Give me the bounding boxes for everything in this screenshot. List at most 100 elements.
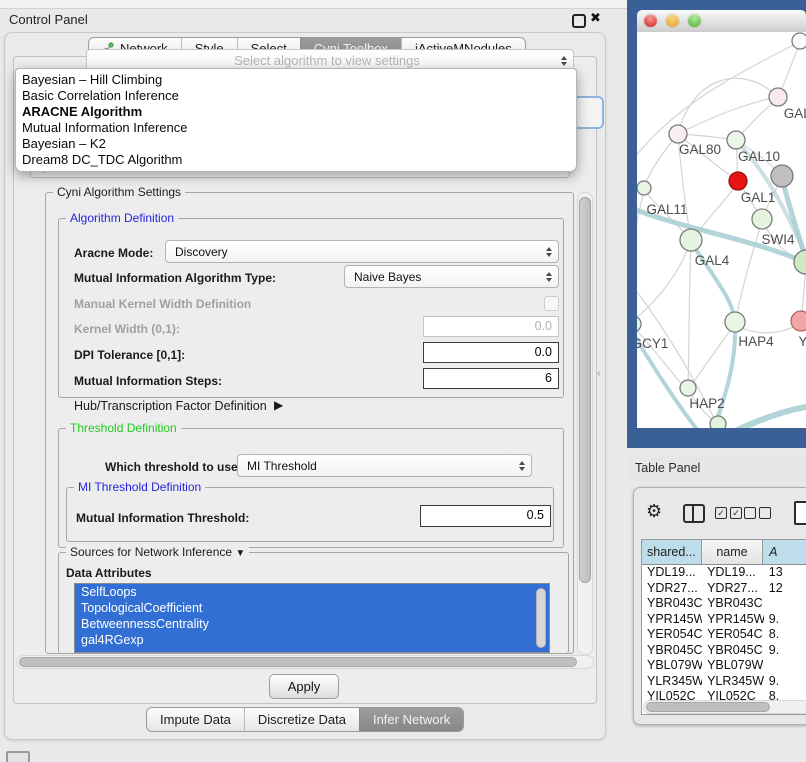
node-label: GAL1 <box>741 190 776 205</box>
algorithm-dropdown-popup: Bayesian – Hill Climbing Basic Correlati… <box>15 68 577 172</box>
mi-threshold-field[interactable]: 0.5 <box>420 505 551 527</box>
network-canvas[interactable]: GAL7 GAL80 GAL10 GAL11 GAL1 GAL4 SWI4 HA… <box>637 32 806 428</box>
mi-algorithm-type-value: Naive Bayes <box>354 270 543 284</box>
dropdown-option[interactable]: Dream8 DC_TDC Algorithm <box>16 152 576 168</box>
table-row[interactable]: YPR145WYPR145W9. <box>642 612 806 628</box>
mi-threshold-label: Mutual Information Threshold: <box>76 511 249 525</box>
node-hap2[interactable] <box>680 380 696 396</box>
attribute-list-scrollbar[interactable] <box>536 588 546 648</box>
aracne-mode-combo[interactable]: Discovery <box>165 240 559 263</box>
network-window-titlebar[interactable] <box>637 10 806 33</box>
node-gal10[interactable] <box>727 131 745 149</box>
apply-button[interactable]: Apply <box>269 674 339 699</box>
close-window-icon[interactable] <box>644 14 657 27</box>
settings-horizontal-scrollbar[interactable] <box>16 655 594 669</box>
table-row[interactable]: YER054CYER054C8. <box>642 627 806 643</box>
node-label: GAL11 <box>646 202 687 217</box>
table-row[interactable]: YDL19...YDL19...13 <box>642 565 806 581</box>
attribute-item-selected[interactable]: BetweennessCentrality <box>75 616 549 632</box>
deselect-all-columns-icon[interactable] <box>744 507 771 519</box>
node-bottom[interactable] <box>710 416 726 428</box>
node-gal11[interactable] <box>637 181 651 195</box>
dropdown-option[interactable]: Bayesian – K2 <box>16 136 576 152</box>
minimized-panel-icon[interactable] <box>6 751 30 762</box>
attribute-item-selected[interactable]: gal4RGexp <box>75 632 549 648</box>
app-screen: Control Panel ✖ Network Style Select Cyn… <box>0 0 806 762</box>
splitter-collapse-icon[interactable]: ‹ <box>597 368 605 378</box>
table-row[interactable]: YLR345WYLR345W9. <box>642 674 806 690</box>
sources-collapse-arrow-icon[interactable]: ▼ <box>235 548 245 559</box>
dropdown-option[interactable]: Bayesian – Hill Climbing <box>16 72 576 88</box>
tab-infer-network[interactable]: Infer Network <box>359 708 463 731</box>
table-horizontal-scrollbar[interactable] <box>643 700 806 714</box>
node-selected-red[interactable] <box>729 172 747 190</box>
table-row[interactable]: YBL079WYBL079W <box>642 658 806 674</box>
mi-threshold-definition-title: MI Threshold Definition <box>74 480 205 494</box>
network-graph: GAL7 GAL80 GAL10 GAL11 GAL1 GAL4 SWI4 HA… <box>637 32 806 428</box>
combo-stepper-icon <box>543 247 555 257</box>
hub-expand-arrow-icon[interactable]: ▶ <box>274 398 283 412</box>
kernel-width-field[interactable]: 0.0 <box>423 316 559 337</box>
float-panel-icon[interactable] <box>572 14 586 28</box>
attribute-item-selected[interactable]: TopologicalCoefficient <box>75 600 549 616</box>
node-gal4[interactable] <box>680 229 702 251</box>
node-gcy1[interactable] <box>637 316 641 332</box>
zoom-window-icon[interactable] <box>688 14 701 27</box>
close-panel-icon[interactable]: ✖ <box>590 10 601 26</box>
node-gal1[interactable] <box>752 209 772 229</box>
node-label: HAP4 <box>738 334 774 349</box>
tab-discretize-data[interactable]: Discretize Data <box>244 708 359 731</box>
network-node-labels: GAL7 GAL80 GAL10 GAL11 GAL1 GAL4 SWI4 HA… <box>637 106 806 411</box>
function-builder-icon[interactable] <box>794 501 806 525</box>
control-panel-title: Control Panel <box>9 12 88 27</box>
node-unlabeled[interactable] <box>792 33 806 49</box>
dropdown-option[interactable]: Mutual Information Inference <box>16 120 576 136</box>
algorithm-select-placeholder: Select algorithm to view settings <box>96 53 558 68</box>
settings-vertical-scrollbar[interactable] <box>577 192 593 655</box>
dpi-tolerance-label: DPI Tolerance [0,1]: <box>74 348 185 362</box>
combo-stepper-icon <box>558 56 570 66</box>
attribute-item-selected[interactable]: SelfLoops <box>75 584 549 600</box>
node-swi4[interactable] <box>794 250 806 274</box>
table-row[interactable]: YBR045CYBR045C9. <box>642 643 806 659</box>
node-pink[interactable] <box>791 311 806 331</box>
dropdown-option-aracne[interactable]: ARACNE Algorithm <box>16 104 576 120</box>
mi-algorithm-type-combo[interactable]: Naive Bayes <box>344 265 559 288</box>
table-panel-header: Table Panel <box>627 455 806 482</box>
hub-definition-label: Hub/Transcription Factor Definition <box>74 399 267 413</box>
node-hap4[interactable] <box>725 312 745 332</box>
node-table: shared... name A YDL19...YDL19...13 YDR2… <box>641 539 806 715</box>
table-row[interactable]: YBR043CYBR043C <box>642 596 806 612</box>
split-view-icon[interactable] <box>683 504 705 523</box>
network-nodes <box>637 33 806 428</box>
settings-group-title: Cyni Algorithm Settings <box>53 185 185 199</box>
table-horizontal-scrollbar-thumb[interactable] <box>646 702 770 712</box>
column-header-partial[interactable]: A <box>763 540 806 564</box>
mi-steps-label: Mutual Information Steps: <box>74 374 222 388</box>
table-header-row: shared... name A <box>642 540 806 565</box>
node-gal80[interactable] <box>669 125 687 143</box>
tab-impute-data[interactable]: Impute Data <box>147 708 244 731</box>
dropdown-option[interactable]: Basic Correlation Inference <box>16 88 576 104</box>
which-threshold-combo[interactable]: MI Threshold <box>237 454 532 477</box>
which-threshold-label: Which threshold to use: <box>105 460 242 474</box>
node-gray[interactable] <box>771 165 793 187</box>
dpi-tolerance-field[interactable]: 0.0 <box>423 342 559 363</box>
select-all-columns-icon[interactable]: ✓✓ <box>715 507 742 519</box>
column-header-shared-name[interactable]: shared... <box>642 540 702 564</box>
node-label: GAL10 <box>738 149 780 164</box>
settings-vertical-scrollbar-thumb[interactable] <box>579 197 591 583</box>
manual-kernel-width-checkbox[interactable] <box>544 296 559 311</box>
node-gal7[interactable] <box>769 88 787 106</box>
manual-kernel-width-label: Manual Kernel Width Definition <box>74 297 251 311</box>
threshold-definition-title: Threshold Definition <box>66 421 181 435</box>
table-settings-gear-icon[interactable]: ⚙ <box>646 501 662 522</box>
minimize-window-icon[interactable] <box>666 14 679 27</box>
data-attributes-label: Data Attributes <box>66 566 152 580</box>
column-header-name[interactable]: name <box>702 540 763 564</box>
mi-steps-field[interactable]: 6 <box>423 368 559 389</box>
bottom-tabs: Impute Data Discretize Data Infer Networ… <box>146 707 464 732</box>
table-row[interactable]: YDR27...YDR27...12 <box>642 581 806 597</box>
settings-horizontal-scrollbar-thumb[interactable] <box>19 657 577 667</box>
table-panel-window: ⚙ ✓✓ shared... name A YDL19...YDL19...13… <box>633 487 806 725</box>
